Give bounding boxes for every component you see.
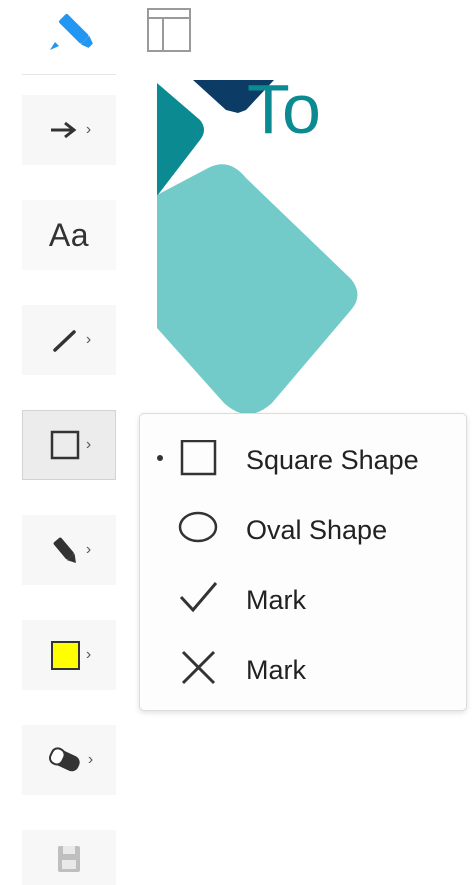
- checkmark-icon: [179, 582, 218, 613]
- highlighter-tool[interactable]: [22, 0, 116, 75]
- eraser-icon: [48, 747, 80, 772]
- annotation-toolbar: › Aa › › › › ›: [22, 0, 116, 885]
- submenu-chevron: ›: [85, 121, 92, 138]
- oval-icon: [178, 511, 218, 543]
- sidebar-panel-icon: [147, 8, 191, 52]
- menu-item-x-mark[interactable]: Mark: [140, 638, 466, 698]
- pen-tool[interactable]: ›: [22, 515, 116, 585]
- submenu-chevron: ›: [85, 331, 92, 348]
- slide-title: To: [247, 70, 321, 148]
- line-tool[interactable]: ›: [22, 305, 116, 375]
- highlighter-icon: [50, 14, 93, 50]
- menu-item-label: Oval Shape: [246, 515, 388, 545]
- shape-tool[interactable]: ›: [22, 410, 116, 480]
- line-icon: [53, 330, 76, 352]
- menu-item-square-shape[interactable]: Square Shape: [140, 428, 466, 488]
- selected-bullet: [157, 455, 163, 461]
- text-tool[interactable]: Aa: [22, 200, 116, 270]
- arrow-right-icon: [50, 121, 77, 139]
- save-tool[interactable]: [22, 830, 116, 885]
- fill-color-tool[interactable]: ›: [22, 620, 116, 690]
- submenu-chevron: ›: [85, 541, 92, 558]
- save-icon: [58, 845, 80, 872]
- menu-item-label: Mark: [246, 585, 306, 615]
- menu-item-label: Mark: [246, 655, 306, 685]
- text-tool-label: Aa: [48, 216, 90, 253]
- submenu-chevron: ›: [85, 646, 92, 663]
- menu-item-checkmark[interactable]: Mark: [140, 568, 466, 628]
- panel-toggle-button[interactable]: [146, 7, 194, 60]
- color-swatch-icon: [50, 641, 80, 670]
- submenu-chevron: ›: [85, 436, 92, 453]
- pen-icon: [53, 537, 76, 564]
- menu-item-label: Square Shape: [246, 445, 419, 475]
- menu-item-oval-shape[interactable]: Oval Shape: [140, 498, 466, 558]
- square-icon: [180, 440, 217, 476]
- arrow-tool[interactable]: ›: [22, 95, 116, 165]
- shape-menu: Square Shape Oval Shape Mark Mark: [139, 413, 467, 711]
- submenu-chevron: ›: [87, 751, 94, 768]
- x-mark-icon: [181, 650, 216, 685]
- square-icon: [50, 430, 80, 460]
- eraser-tool[interactable]: ›: [22, 725, 116, 795]
